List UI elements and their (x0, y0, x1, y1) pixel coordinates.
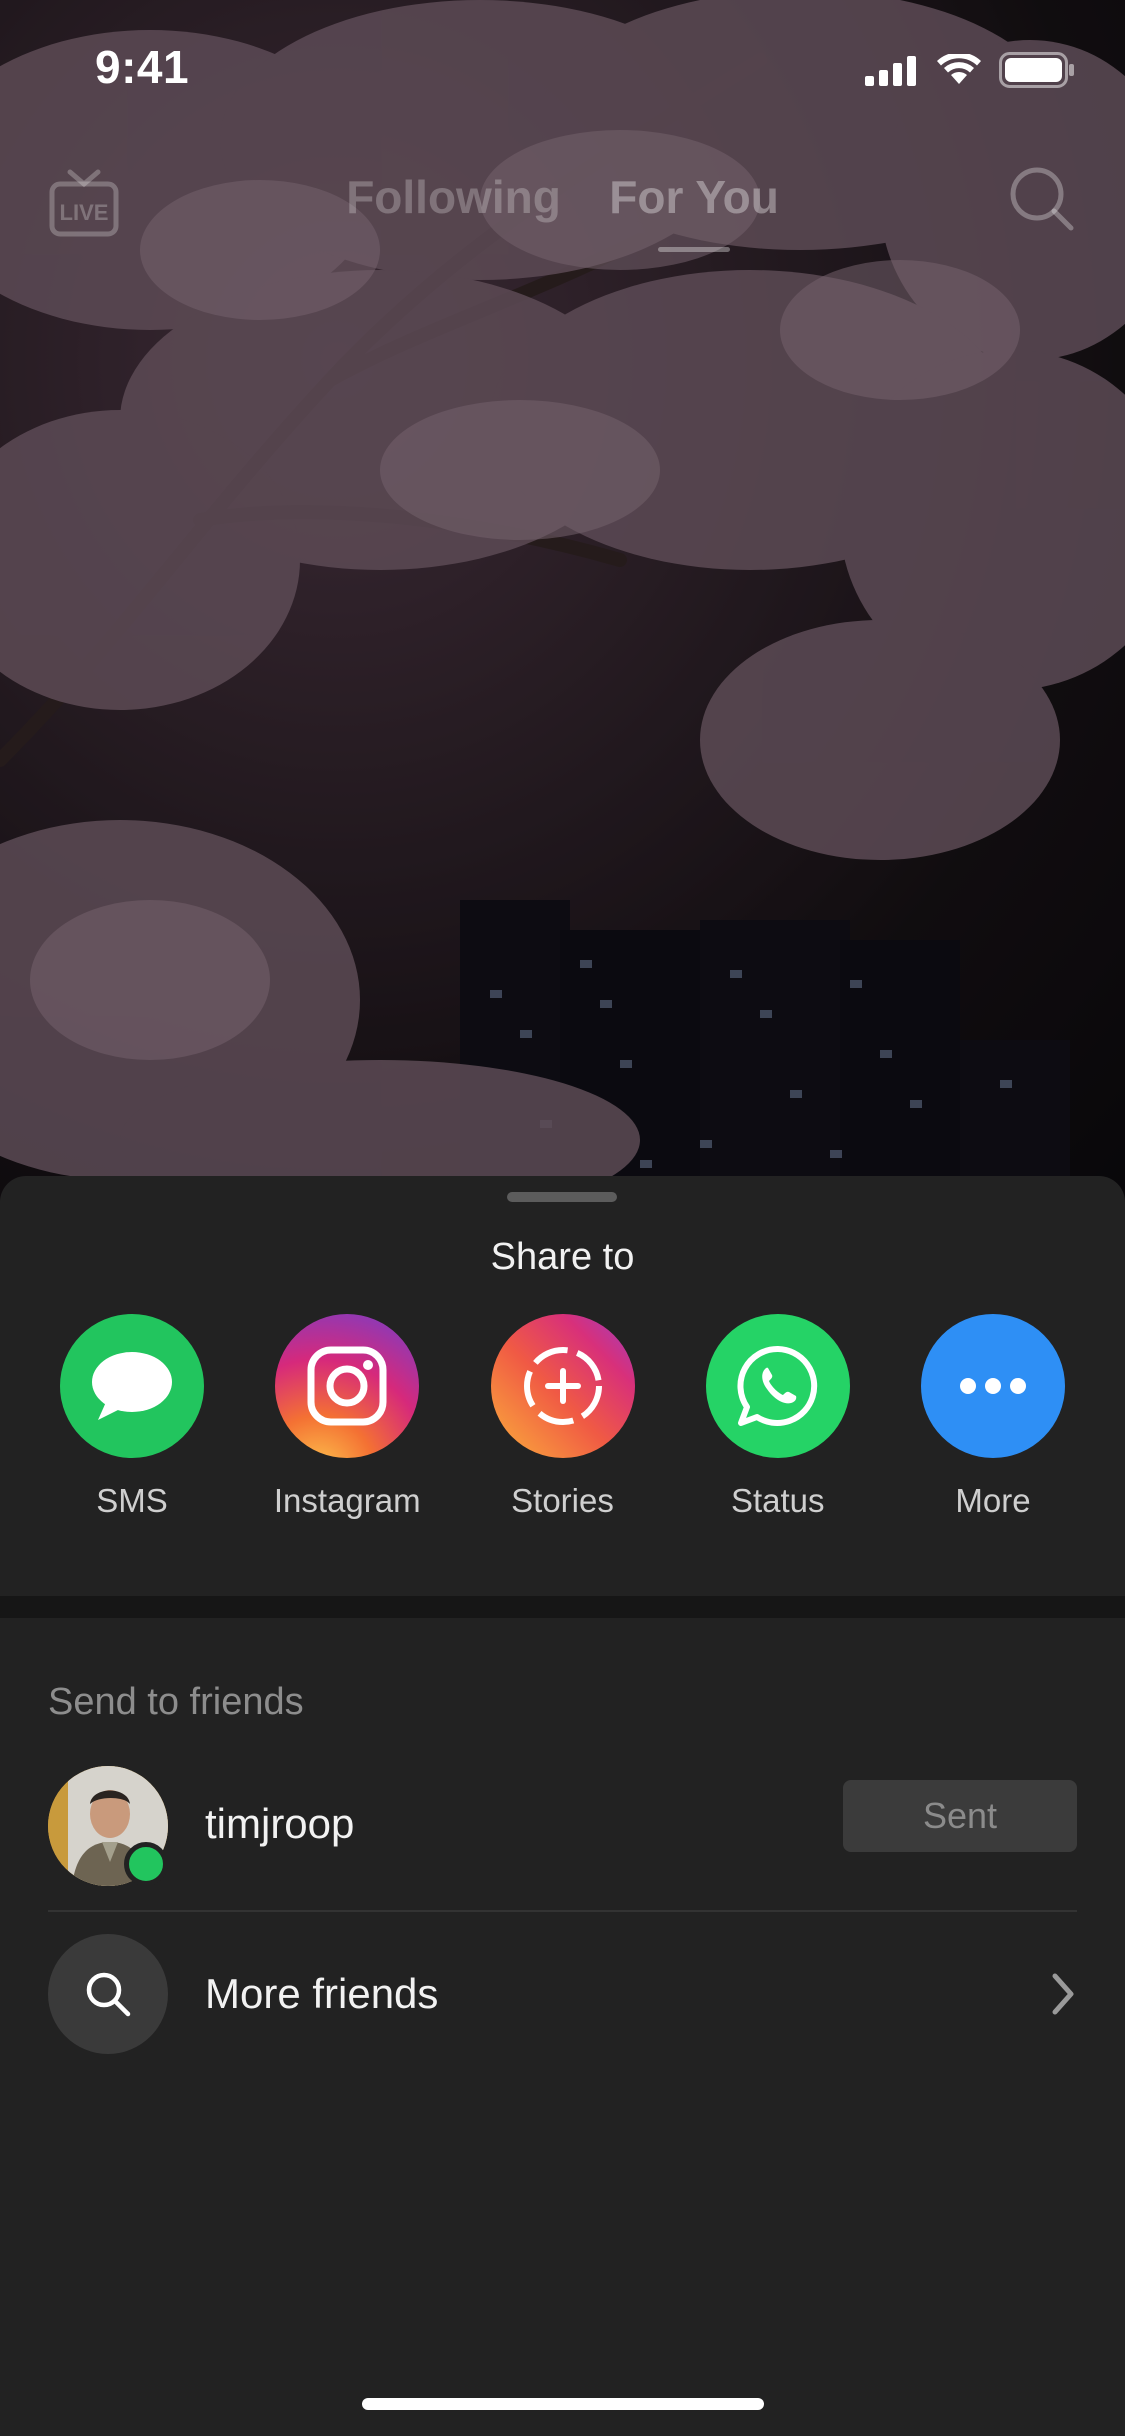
friend-row[interactable]: timjroop Sent (48, 1766, 1077, 1886)
share-whatsapp-status-button[interactable]: Status (705, 1314, 850, 1520)
tab-for-you[interactable]: For You (609, 170, 779, 252)
instagram-icon (275, 1314, 420, 1458)
share-label: SMS (96, 1482, 168, 1519)
share-more-button[interactable]: More (921, 1314, 1065, 1520)
more-friends-row[interactable]: More friends (48, 1934, 1077, 2054)
friend-name: timjroop (205, 1800, 355, 1847)
drag-handle[interactable] (507, 1192, 617, 1202)
whatsapp-icon (705, 1314, 850, 1458)
search-friends-icon (48, 1934, 168, 2054)
cellular-signal-icon (865, 56, 916, 86)
home-indicator[interactable] (362, 2398, 764, 2410)
stories-add-icon (490, 1314, 635, 1458)
share-label: More (955, 1482, 1031, 1519)
share-stories-button[interactable]: Stories (490, 1314, 635, 1520)
top-nav: LIVE Following For You (0, 150, 1125, 252)
friends-heading: Send to friends (48, 1681, 304, 1723)
status-bar: 9:41 (0, 0, 1125, 140)
section-divider (0, 1596, 1125, 1618)
search-icon[interactable] (1007, 164, 1077, 234)
battery-icon (999, 52, 1074, 88)
share-label: Status (730, 1482, 825, 1519)
online-status-dot (124, 1842, 168, 1886)
sent-button[interactable]: Sent (843, 1780, 1077, 1852)
share-sheet: Share to SMS Instagram Stories Status Mo… (0, 1176, 1125, 2436)
share-instagram-button[interactable]: Instagram (273, 1314, 421, 1520)
status-icons (865, 52, 1075, 88)
share-targets: SMS Instagram Stories Status More (60, 1314, 1065, 1520)
more-friends-label: More friends (205, 1970, 439, 2017)
ellipsis-icon (921, 1314, 1065, 1458)
sheet-title: Share to (490, 1236, 635, 1278)
share-label: Stories (511, 1482, 614, 1519)
feed-tabs: Following For You (0, 170, 1125, 252)
share-label: Instagram (273, 1482, 421, 1519)
share-sms-button[interactable]: SMS (60, 1314, 204, 1520)
message-bubble-icon (60, 1314, 204, 1458)
wifi-icon (937, 54, 981, 84)
chevron-right-icon (1052, 1973, 1074, 2015)
tab-following[interactable]: Following (346, 170, 561, 224)
row-divider (48, 1910, 1077, 1912)
status-time: 9:41 (95, 41, 190, 93)
